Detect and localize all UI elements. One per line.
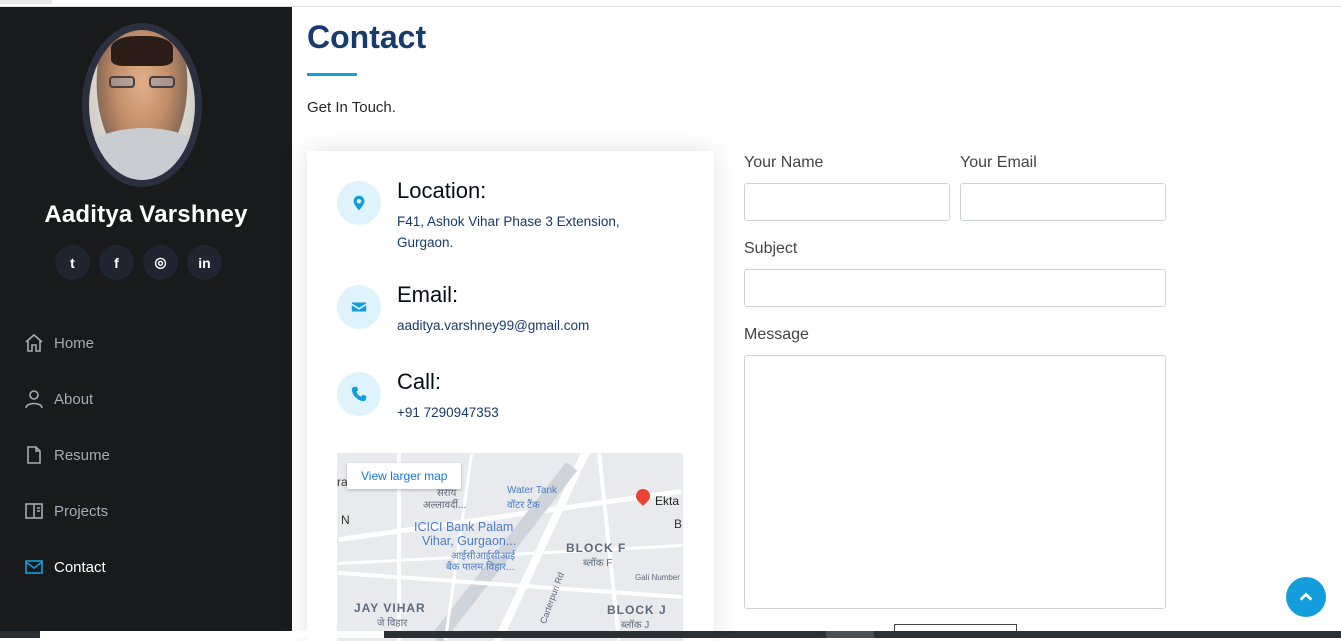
envelope-icon bbox=[337, 285, 381, 329]
map-pin-icon bbox=[337, 181, 381, 225]
subject-field[interactable] bbox=[744, 269, 1166, 307]
main-nav: Home About Resume Projects Contact bbox=[0, 315, 292, 595]
twitter-icon[interactable]: t bbox=[55, 245, 90, 280]
chevron-up-icon bbox=[1299, 592, 1313, 601]
phone-icon bbox=[337, 372, 381, 416]
call-text[interactable]: +91 7290947353 bbox=[397, 402, 647, 423]
envelope-icon bbox=[25, 560, 43, 574]
nav-item-label: About bbox=[54, 390, 94, 408]
instagram-icon[interactable]: ◎ bbox=[143, 245, 178, 280]
social-links: t f ◎ in bbox=[55, 245, 222, 280]
linkedin-icon[interactable]: in bbox=[187, 245, 222, 280]
facebook-icon[interactable]: f bbox=[99, 245, 134, 280]
call-title: Call: bbox=[397, 369, 442, 394]
message-textarea[interactable] bbox=[744, 355, 1166, 609]
nav-item-label: Home bbox=[54, 334, 95, 352]
nav-item-label: Resume bbox=[54, 446, 110, 464]
profile-name[interactable]: Aaditya Varshney bbox=[0, 201, 292, 229]
file-icon bbox=[27, 446, 41, 464]
home-icon bbox=[25, 333, 43, 352]
page-subtitle: Get In Touch. bbox=[307, 99, 396, 116]
nav-item-home[interactable]: Home bbox=[0, 315, 292, 371]
nav-item-resume[interactable]: Resume bbox=[0, 427, 292, 483]
sidebar: Aaditya Varshney t f ◎ in Home About Res… bbox=[0, 7, 292, 638]
page-title: Contact bbox=[307, 19, 427, 55]
email-title: Email: bbox=[397, 282, 459, 307]
bottom-edge-bar bbox=[0, 631, 1341, 638]
contact-section: Contact Get In Touch. Location: F41, Ash… bbox=[292, 7, 1341, 641]
nav-item-about[interactable]: About bbox=[0, 371, 292, 427]
map-pin-icon bbox=[633, 486, 653, 506]
name-label: Your Name bbox=[744, 154, 824, 171]
email-field[interactable] bbox=[960, 183, 1166, 221]
message-label: Message bbox=[744, 326, 809, 343]
embedded-map[interactable]: ra सराय अल्लावर्दी... Water Tank वॉटर टै… bbox=[337, 453, 683, 641]
back-to-top-button[interactable] bbox=[1286, 577, 1326, 617]
subject-label: Subject bbox=[744, 240, 798, 257]
nav-item-projects[interactable]: Projects bbox=[0, 483, 292, 539]
nav-item-label: Contact bbox=[54, 558, 106, 576]
browser-tab-edge bbox=[0, 0, 52, 4]
contact-info-card: Location: F41, Ashok Vihar Phase 3 Exten… bbox=[307, 151, 714, 641]
email-text[interactable]: aaditya.varshney99@gmail.com bbox=[397, 315, 647, 336]
avatar bbox=[82, 23, 202, 187]
location-title: Location: bbox=[397, 178, 487, 203]
nav-item-contact[interactable]: Contact bbox=[0, 539, 292, 595]
browser-top-edge bbox=[0, 0, 1341, 7]
profile-photo bbox=[89, 30, 195, 180]
person-icon bbox=[25, 390, 43, 409]
name-field[interactable] bbox=[744, 183, 950, 221]
nav-item-label: Projects bbox=[54, 502, 109, 520]
view-larger-map-link[interactable]: View larger map bbox=[347, 463, 462, 489]
location-text: F41, Ashok Vihar Phase 3 Extension, Gurg… bbox=[397, 214, 620, 250]
email-label: Your Email bbox=[960, 154, 1037, 171]
book-icon bbox=[25, 503, 43, 519]
title-underline bbox=[307, 73, 357, 76]
